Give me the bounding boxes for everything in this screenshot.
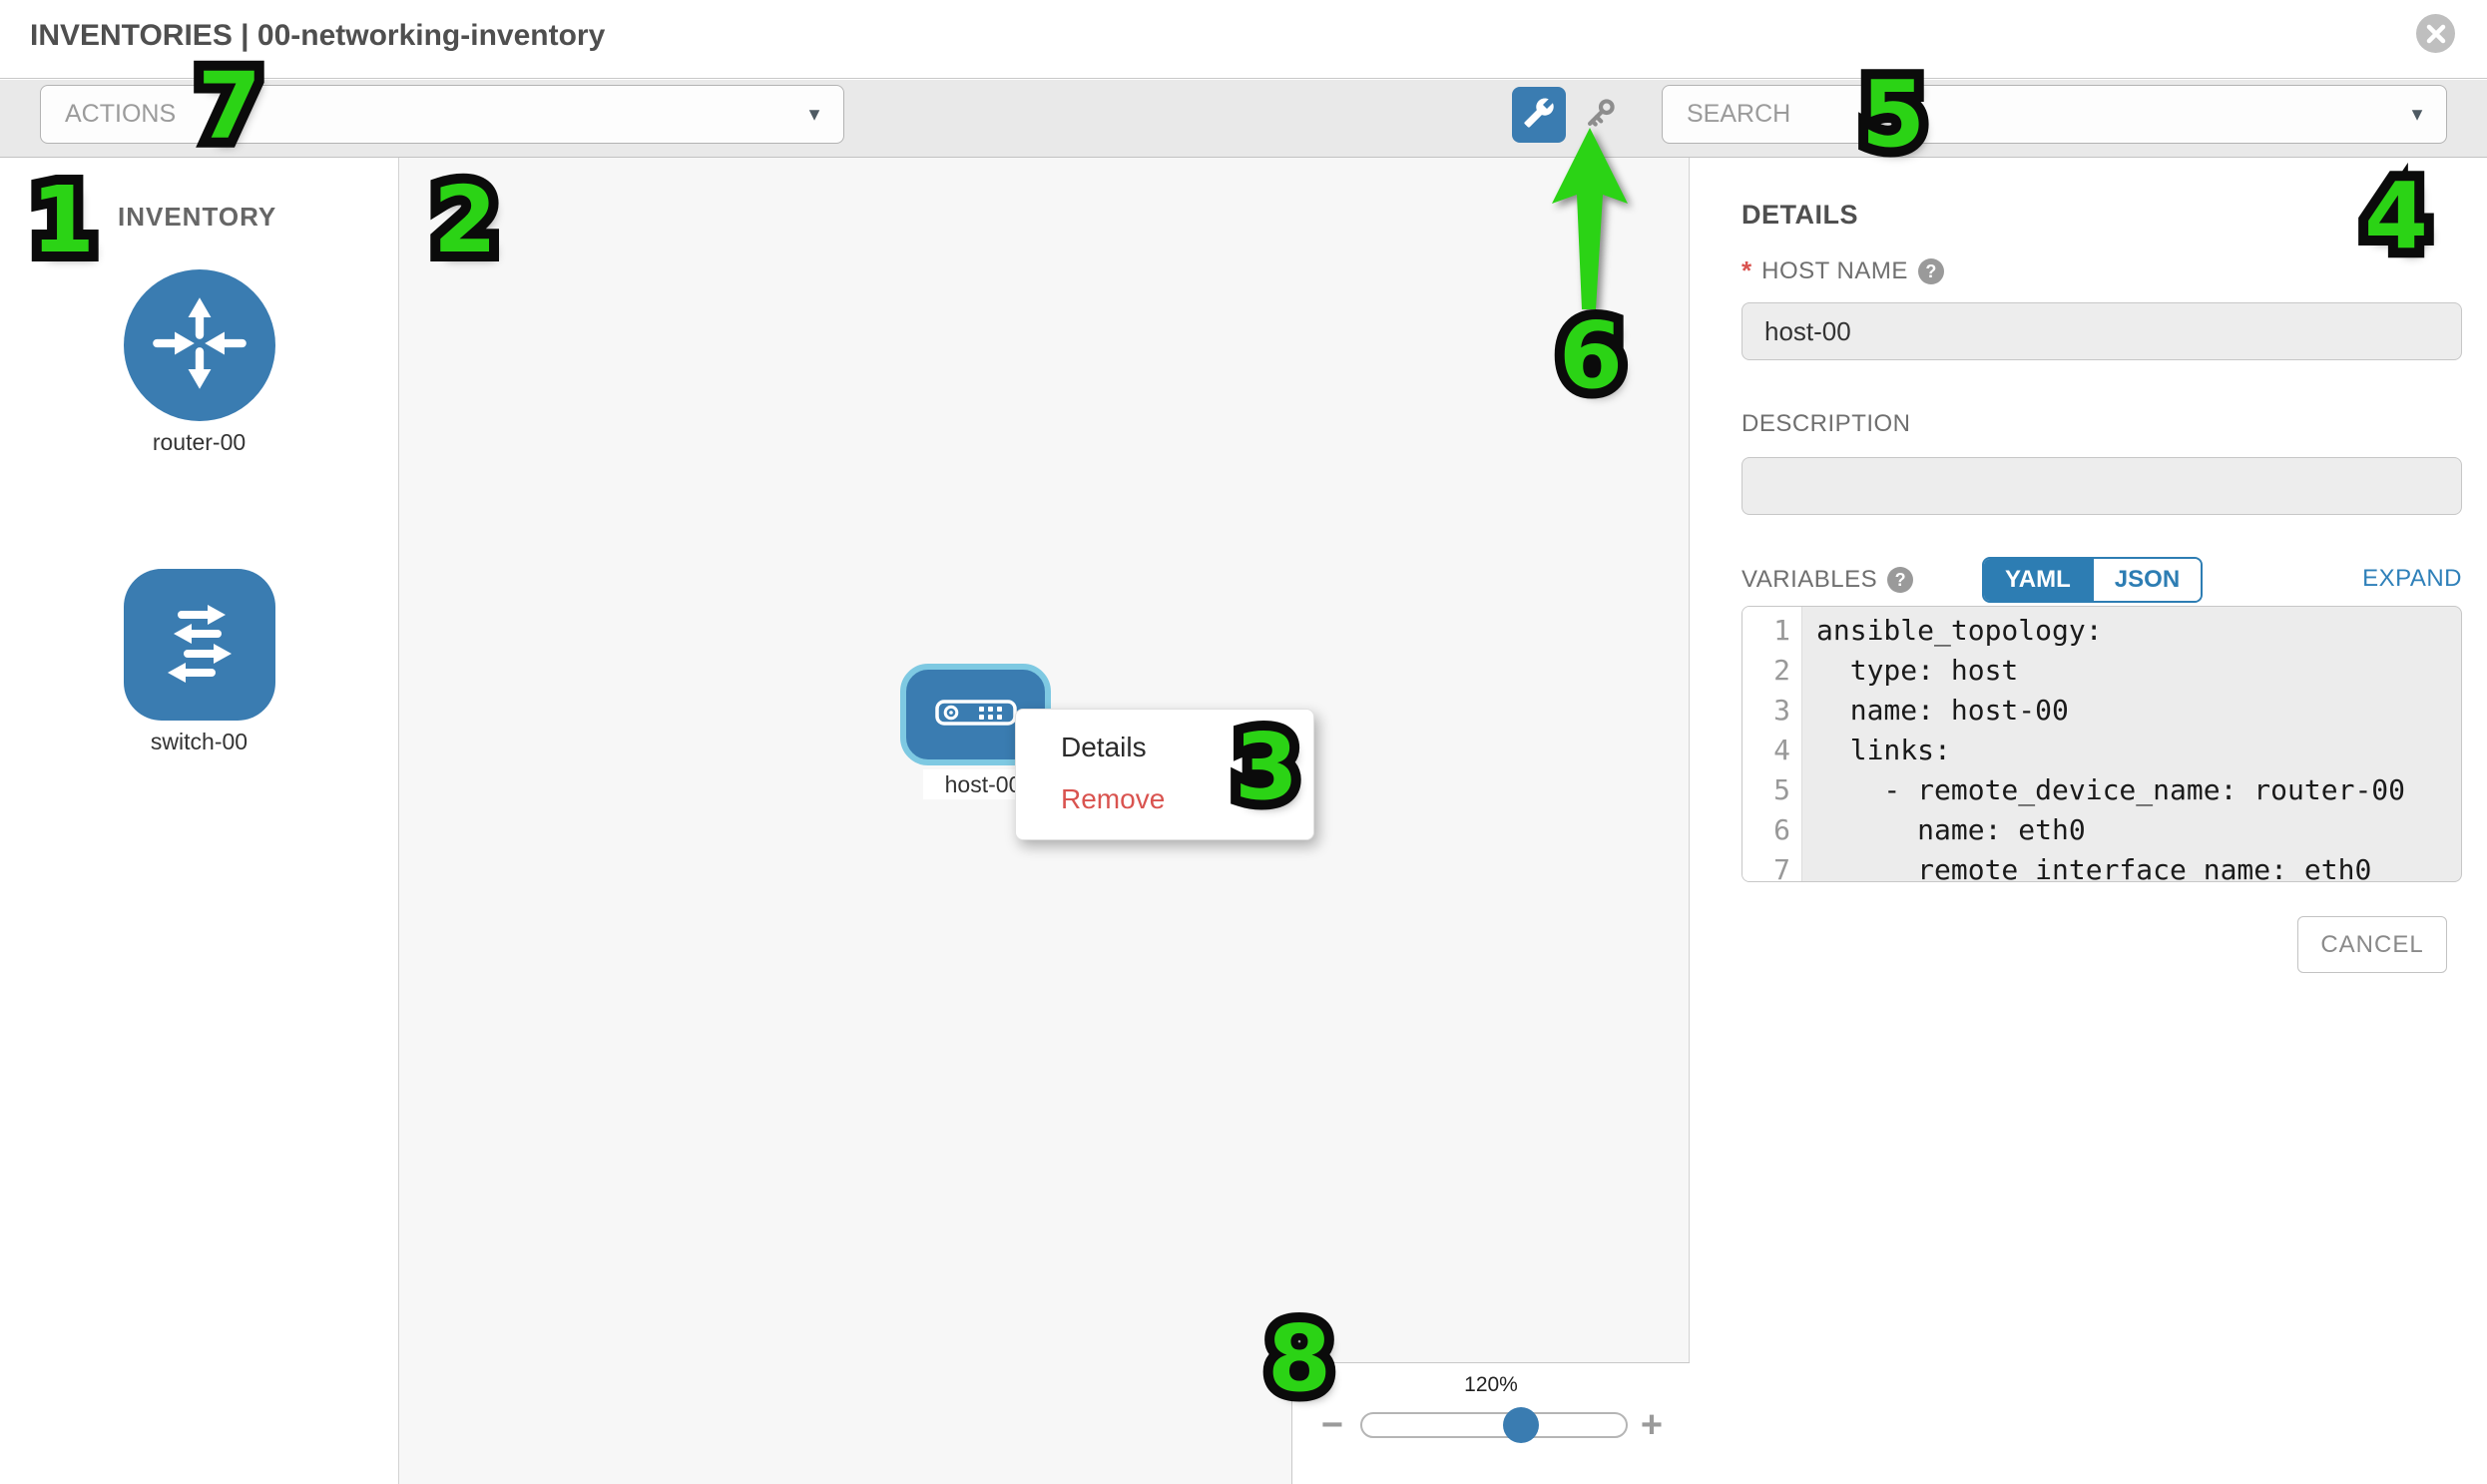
code-line: 3 name: host-00 [1742, 691, 2461, 731]
line-number: 2 [1742, 651, 1802, 691]
chevron-down-icon [2408, 104, 2426, 125]
actions-dropdown-label: ACTIONS [65, 100, 176, 129]
header: INVENTORIES | 00-networking-inventory [0, 0, 2487, 79]
code-line: 1ansible_topology: [1742, 611, 2461, 651]
sidebar-item-switch[interactable] [124, 569, 275, 721]
annotation-arrow-up-icon [1546, 126, 1634, 316]
annotation-8: 8 [1267, 1313, 1331, 1405]
annotation-4: 4 [2364, 171, 2428, 262]
close-button[interactable] [2416, 14, 2455, 53]
sidebar-item-router-label: router-00 [0, 429, 398, 456]
variables-format-toggle: YAML JSON [1982, 557, 2203, 603]
chevron-down-icon [805, 104, 823, 125]
zoom-slider-thumb[interactable] [1503, 1407, 1539, 1443]
details-panel: DETAILS * HOST NAME DESCRIPTION VARIABLE… [1691, 158, 2487, 1484]
code-line: 7 remote_interface_name: eth0 [1742, 850, 2461, 882]
code-line: 5 - remote_device_name: router-00 [1742, 770, 2461, 810]
variables-label: VARIABLES [1741, 566, 1877, 594]
line-number: 7 [1742, 850, 1802, 882]
line-number: 3 [1742, 691, 1802, 731]
sidebar-item-router[interactable] [124, 269, 275, 421]
code-rows: 1ansible_topology: 2 type: host 3 name: … [1742, 607, 2461, 882]
cancel-button[interactable]: CANCEL [2297, 916, 2447, 973]
line-text: name: eth0 [1802, 810, 2086, 850]
line-number: 1 [1742, 611, 1802, 651]
line-text: ansible_topology: [1802, 611, 2103, 651]
tab-yaml[interactable]: YAML [1984, 559, 2092, 601]
code-line: 2 type: host [1742, 651, 2461, 691]
search-dropdown-label: SEARCH [1687, 100, 1790, 129]
host-icon [935, 700, 1017, 731]
host-name-label: HOST NAME [1761, 257, 1908, 285]
variables-row: VARIABLES YAML JSON EXPAND [1741, 557, 2462, 603]
annotation-5: 5 [1861, 69, 1925, 161]
page-title: INVENTORIES | 00-networking-inventory [30, 19, 605, 53]
tab-json[interactable]: JSON [2092, 559, 2201, 601]
annotation-7: 7 [198, 61, 261, 153]
line-text: type: host [1802, 651, 2018, 691]
line-text: - remote_device_name: router-00 [1802, 770, 2405, 810]
line-number: 4 [1742, 731, 1802, 770]
line-text: remote_interface_name: eth0 [1802, 850, 2371, 882]
line-number: 6 [1742, 810, 1802, 850]
sidebar-heading: INVENTORY [118, 202, 276, 233]
sidebar-item-switch-label: switch-00 [0, 729, 398, 755]
toolbar: ACTIONS SEARCH [0, 80, 2487, 158]
code-line: 6 name: eth0 [1742, 810, 2461, 850]
help-icon[interactable] [1887, 567, 1913, 593]
line-text: links: [1802, 731, 1951, 770]
annotation-3: 3 [1235, 722, 1298, 813]
zoom-level-label: 120% [1292, 1373, 1690, 1397]
zoom-in-button[interactable]: + [1632, 1403, 1672, 1447]
code-line: 4 links: [1742, 731, 2461, 770]
line-number: 5 [1742, 770, 1802, 810]
inventory-sidebar: INVENTORY router-00 [0, 158, 399, 1484]
app-root: INVENTORIES | 00-networking-inventory AC… [0, 0, 2487, 1484]
host-name-field-label-row: * HOST NAME [1741, 255, 1944, 286]
zoom-control-panel: 120% − + [1291, 1362, 1690, 1484]
actions-dropdown[interactable]: ACTIONS [40, 85, 844, 144]
close-icon [2426, 24, 2446, 44]
annotation-2: 2 [433, 175, 497, 266]
zoom-slider-track[interactable] [1360, 1412, 1628, 1438]
description-label: DESCRIPTION [1741, 410, 1911, 438]
annotation-1: 1 [31, 175, 95, 266]
host-name-input[interactable] [1741, 302, 2462, 360]
expand-link[interactable]: EXPAND [2362, 565, 2462, 593]
search-dropdown[interactable]: SEARCH [1662, 85, 2447, 144]
annotation-6: 6 [1559, 310, 1623, 402]
details-heading: DETAILS [1741, 200, 1858, 231]
topology-canvas[interactable]: host-00 Details Remove 120% − + [399, 158, 1690, 1484]
help-icon[interactable] [1918, 258, 1944, 284]
router-icon [148, 291, 251, 400]
variables-code-editor[interactable]: 1ansible_topology: 2 type: host 3 name: … [1741, 606, 2462, 882]
description-input[interactable] [1741, 457, 2462, 515]
description-field-label-row: DESCRIPTION [1741, 410, 1911, 438]
switch-icon [150, 593, 249, 698]
required-asterisk: * [1741, 255, 1751, 286]
line-text: name: host-00 [1802, 691, 2069, 731]
